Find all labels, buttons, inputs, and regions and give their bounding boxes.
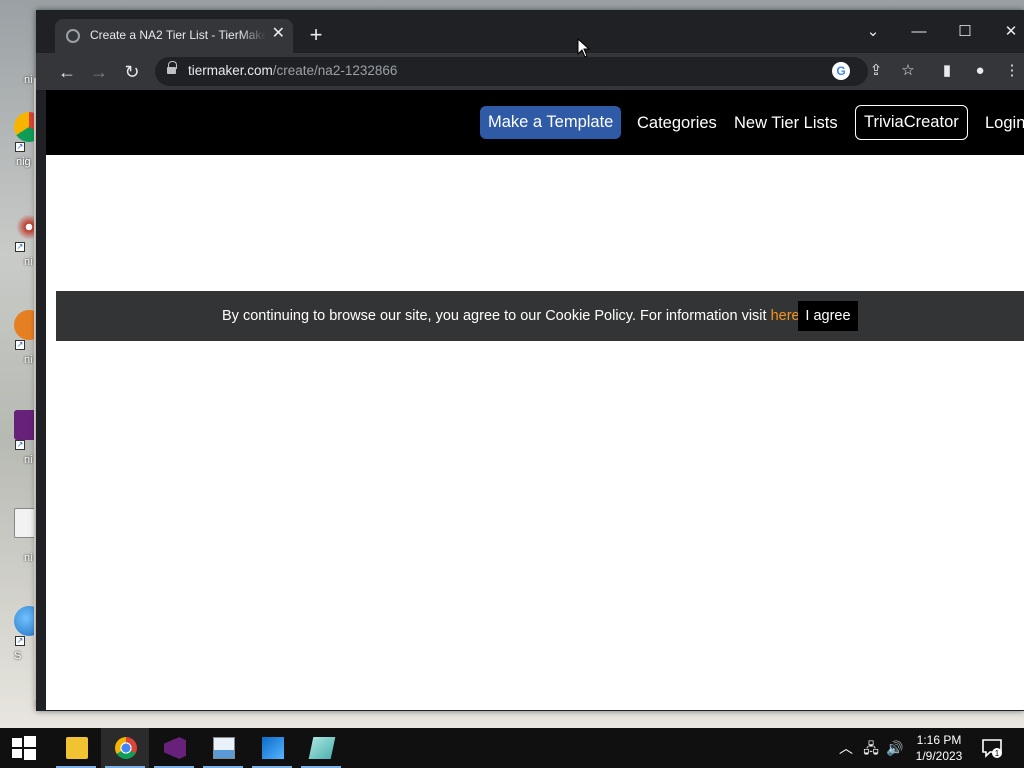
cookie-message: By continuing to browse our site, you ag… [222, 308, 804, 324]
mouse-cursor-icon [577, 38, 591, 58]
forward-arrow-icon[interactable]: → [86, 59, 112, 85]
taskbar-chrome[interactable] [101, 728, 149, 768]
notification-center-icon[interactable]: 1 [980, 736, 1004, 760]
clock-date: 1/9/2023 [915, 749, 963, 763]
profile-avatar-icon[interactable]: ● [968, 59, 992, 83]
tab-search-icon[interactable]: ⌄ [859, 18, 887, 46]
reload-icon[interactable]: ↻ [119, 59, 145, 85]
new-tab-button[interactable]: + [304, 24, 328, 46]
notepad-icon [308, 737, 336, 759]
photos-icon [262, 737, 284, 759]
desktop-shortcut-label: ni [24, 256, 33, 268]
trivia-creator-button[interactable]: TriviaCreator [855, 105, 968, 140]
shortcut-arrow-icon: ↗ [15, 440, 25, 450]
lock-icon [167, 61, 177, 77]
page-viewport: Make a Template Categories New Tier List… [46, 90, 1024, 710]
google-lens-icon[interactable]: G [832, 62, 850, 80]
taskbar-visual-studio[interactable] [150, 728, 198, 768]
taskbar-notepad[interactable] [297, 728, 345, 768]
globe-favicon-icon [66, 29, 80, 43]
back-arrow-icon[interactable]: ← [54, 59, 80, 85]
paint-icon [213, 737, 235, 759]
desktop-shortcut-label: ni [24, 74, 33, 86]
tab-title: Create a NA2 Tier List - TierMaker [90, 28, 266, 42]
browser-titlebar[interactable]: Create a NA2 Tier List - TierMaker ✕ + ⌄… [36, 10, 1024, 53]
cookie-policy-link[interactable]: here [771, 308, 800, 324]
agree-button[interactable]: I agree [798, 301, 858, 331]
address-bar[interactable]: tiermaker.com/create/na2-1232866 [155, 57, 868, 86]
network-icon[interactable]: 🖧 [860, 728, 882, 768]
taskbar-file-explorer[interactable] [52, 728, 100, 768]
shortcut-arrow-icon: ↗ [15, 142, 25, 152]
make-template-button[interactable]: Make a Template [480, 106, 622, 139]
nav-categories-link[interactable]: Categories [637, 114, 717, 133]
volume-icon[interactable]: 🔊 [884, 728, 906, 768]
shortcut-arrow-icon: ↗ [15, 242, 25, 252]
chrome-icon [115, 737, 137, 759]
share-icon[interactable]: ⇪ [864, 59, 888, 83]
minimize-button[interactable]: — [905, 18, 933, 46]
cookie-consent-banner: By continuing to browse our site, you ag… [56, 291, 1024, 341]
side-panel-icon[interactable]: ▮ [935, 59, 959, 83]
desktop-shortcut-label: S [14, 650, 22, 662]
shortcut-arrow-icon: ↗ [15, 636, 25, 646]
browser-window: Create a NA2 Tier List - TierMaker ✕ + ⌄… [36, 10, 1024, 711]
browser-toolbar: ← → ↻ tiermaker.com/create/na2-1232866 G… [36, 53, 1024, 90]
close-window-button[interactable]: ✕ [997, 18, 1024, 46]
menu-kebab-icon[interactable]: ⋮ [1000, 59, 1024, 83]
bookmark-star-icon[interactable]: ☆ [896, 59, 920, 83]
show-hidden-icons-chevron-icon[interactable]: ︿ [836, 728, 856, 768]
login-link[interactable]: Login [985, 114, 1024, 133]
start-button[interactable] [0, 728, 48, 768]
windows-logo-icon [12, 736, 36, 760]
desktop-shortcut-label: nig [16, 156, 31, 168]
maximize-button[interactable]: ☐ [951, 18, 979, 46]
url-text: tiermaker.com/create/na2-1232866 [188, 63, 398, 78]
system-clock[interactable]: 1:16 PM 1/9/2023 [908, 732, 970, 764]
clock-time: 1:16 PM [916, 733, 962, 747]
desktop-shortcut-label: ni [24, 454, 33, 466]
desktop-shortcut-label: ni [24, 354, 33, 366]
desktop-shortcut-label: ni [24, 552, 33, 564]
browser-tab-active[interactable]: Create a NA2 Tier List - TierMaker ✕ [55, 19, 293, 53]
visual-studio-icon [164, 737, 186, 759]
shortcut-arrow-icon: ↗ [15, 340, 25, 350]
folder-icon [66, 737, 88, 759]
taskbar-photos[interactable] [248, 728, 296, 768]
windows-taskbar: ︿ 🖧 🔊 1:16 PM 1/9/2023 1 [0, 728, 1024, 768]
taskbar-paint[interactable] [199, 728, 247, 768]
nav-new-tier-lists-link[interactable]: New Tier Lists [734, 114, 838, 133]
tab-close-icon[interactable]: ✕ [272, 26, 285, 42]
svg-text:1: 1 [995, 749, 1000, 758]
site-header: Make a Template Categories New Tier List… [46, 90, 1024, 155]
